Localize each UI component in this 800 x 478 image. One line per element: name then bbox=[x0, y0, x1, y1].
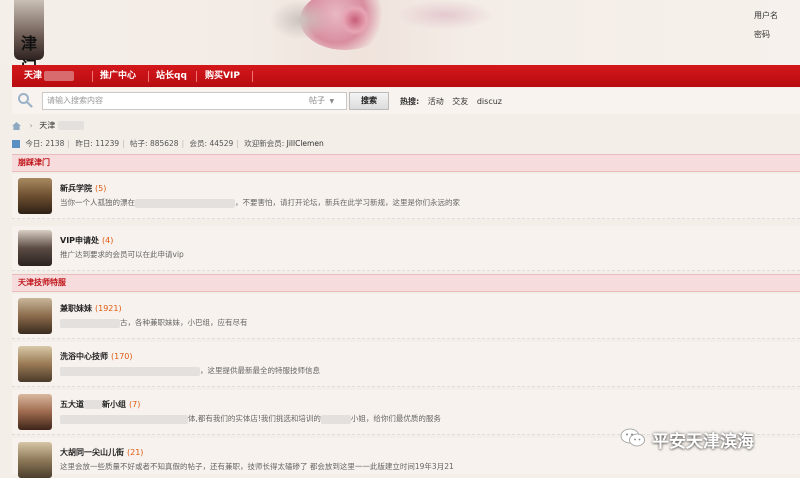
forum-row[interactable]: VIP申请处 (4) 推广达到要求的会员可以在此申请vip bbox=[12, 226, 800, 271]
forum-avatar bbox=[18, 230, 52, 266]
nav-item-buy-vip[interactable]: 购买VIP bbox=[205, 65, 240, 87]
home-icon[interactable] bbox=[12, 121, 21, 130]
header-decoration bbox=[270, 0, 330, 40]
forum-description: 体,都有我们的实体店!我们挑选和培训的 小姐，给你们最优质的服务 bbox=[60, 413, 441, 424]
search-input[interactable]: 请输入搜索内容 bbox=[42, 92, 306, 110]
search-icon bbox=[18, 93, 33, 108]
stats-yesterday: 11239 bbox=[95, 139, 120, 148]
forum-description: 推广达到要求的会员可以在此申请vip bbox=[60, 250, 184, 259]
section-header[interactable]: 崩踩津门 bbox=[12, 154, 800, 172]
wechat-icon bbox=[620, 428, 645, 447]
breadcrumb-sep: › bbox=[29, 121, 33, 130]
forum-row[interactable]: 新兵学院 (5) 当你一个人孤独的漂在 ，不要害怕，请打开论坛，新兵在此学习新规，这… bbox=[12, 174, 800, 219]
username-link[interactable]: 用户名 bbox=[754, 10, 778, 21]
section-header[interactable]: 天津技师特服 bbox=[12, 274, 800, 292]
stats-members: 44529 bbox=[209, 139, 234, 148]
forum-description: ，这里提供最新最全的特服技师信息 bbox=[60, 365, 320, 376]
breadcrumb: › 天津 bbox=[12, 120, 84, 131]
hot-item-dating[interactable]: 交友 bbox=[452, 97, 468, 106]
header-decoration bbox=[340, 5, 370, 35]
hot-item-activity[interactable]: 活动 bbox=[428, 97, 444, 106]
redacted-text bbox=[84, 400, 102, 409]
forum-count: (170) bbox=[111, 352, 133, 361]
nav-item-tianjin[interactable]: 天津 bbox=[24, 65, 75, 87]
forum-count: (5) bbox=[95, 184, 107, 193]
login-links: 用户名 密码 bbox=[754, 10, 778, 48]
forum-count: (4) bbox=[102, 236, 114, 245]
forum-description: 当你一个人孤独的漂在 ，不要害怕，请打开论坛，新兵在此学习新规，这里是你们永远的家 bbox=[60, 198, 460, 208]
nav-divider bbox=[148, 71, 149, 82]
redacted-text bbox=[44, 70, 75, 81]
forum-title[interactable]: 兼职妹妹 (1921) bbox=[60, 303, 122, 314]
forum-count: (7) bbox=[129, 400, 141, 409]
hot-item-discuz[interactable]: discuz bbox=[477, 97, 502, 106]
logo-text: 津门 bbox=[20, 34, 37, 65]
forum-avatar bbox=[18, 442, 52, 478]
redacted-text bbox=[60, 318, 120, 328]
password-link[interactable]: 密码 bbox=[754, 29, 778, 40]
watermark-text: 平安天津滨海 bbox=[652, 432, 754, 452]
forum-count: (21) bbox=[127, 448, 144, 457]
stats-today: 2138 bbox=[45, 139, 65, 148]
forum-row[interactable]: 兼职妹妹 (1921) 古，各种兼职妹妹，小巴组，应有尽有 bbox=[12, 294, 800, 339]
watermark: 平安天津滨海 bbox=[620, 426, 790, 452]
nav-divider bbox=[196, 71, 197, 82]
redacted-text bbox=[135, 198, 235, 208]
chevron-down-icon: ▼ bbox=[329, 98, 335, 105]
forum-row[interactable]: 洗浴中心技师 (170) ，这里提供最新最全的特服技师信息 bbox=[12, 342, 800, 387]
redacted-text bbox=[60, 366, 200, 376]
search-button[interactable]: 搜索 bbox=[349, 92, 389, 110]
nav-divider bbox=[92, 71, 93, 82]
forum-count: (1921) bbox=[95, 304, 122, 313]
forum-title[interactable]: 五大道 新小组 (7) bbox=[60, 399, 140, 410]
site-logo[interactable]: 津门 bbox=[14, 0, 44, 65]
forum-title[interactable]: 大胡同一尖山儿街 (21) bbox=[60, 447, 143, 458]
stats-posts: 885628 bbox=[149, 139, 179, 148]
main-nav: 天津 推广中心 站长qq 购买VIP bbox=[12, 65, 800, 87]
forum-description: 这里会放一些质量不好或者不知真假的帖子，还有兼职，技师长得太磕碜了 都会放到这里… bbox=[60, 462, 454, 471]
redacted-text bbox=[57, 121, 84, 130]
forum-title[interactable]: VIP申请处 (4) bbox=[60, 235, 113, 246]
site-header: 津门 用户名 密码 bbox=[0, 0, 800, 65]
search-type-select[interactable]: 帖子 ▼ bbox=[305, 92, 347, 110]
header-decoration bbox=[395, 0, 495, 30]
stats-new-member[interactable]: JillClemen bbox=[287, 139, 324, 148]
forum-avatar bbox=[18, 178, 52, 214]
hot-searches: 热搜: 活动 交友 discuz bbox=[400, 96, 508, 107]
forum-title[interactable]: 洗浴中心技师 (170) bbox=[60, 351, 133, 362]
redacted-text bbox=[320, 414, 351, 424]
redacted-text bbox=[60, 414, 188, 424]
forum-stats: 今日: 2138 | 昨日: 11239 | 帖子: 885628 | 会员: 445… bbox=[12, 138, 324, 149]
forum-avatar bbox=[18, 346, 52, 382]
forum-description: 古，各种兼职妹妹，小巴组，应有尽有 bbox=[60, 317, 248, 328]
forum-avatar bbox=[18, 394, 52, 430]
nav-item-admin-qq[interactable]: 站长qq bbox=[156, 65, 187, 87]
stats-icon bbox=[12, 140, 20, 148]
forum-avatar bbox=[18, 298, 52, 334]
forum-title[interactable]: 新兵学院 (5) bbox=[60, 183, 106, 194]
nav-divider bbox=[252, 71, 253, 82]
search-bar: 请输入搜索内容 帖子 ▼ 搜索 热搜: 活动 交友 discuz bbox=[12, 88, 800, 114]
hot-label: 热搜: bbox=[400, 97, 420, 106]
nav-item-promotion[interactable]: 推广中心 bbox=[100, 65, 136, 87]
breadcrumb-current[interactable]: 天津 bbox=[39, 121, 55, 130]
